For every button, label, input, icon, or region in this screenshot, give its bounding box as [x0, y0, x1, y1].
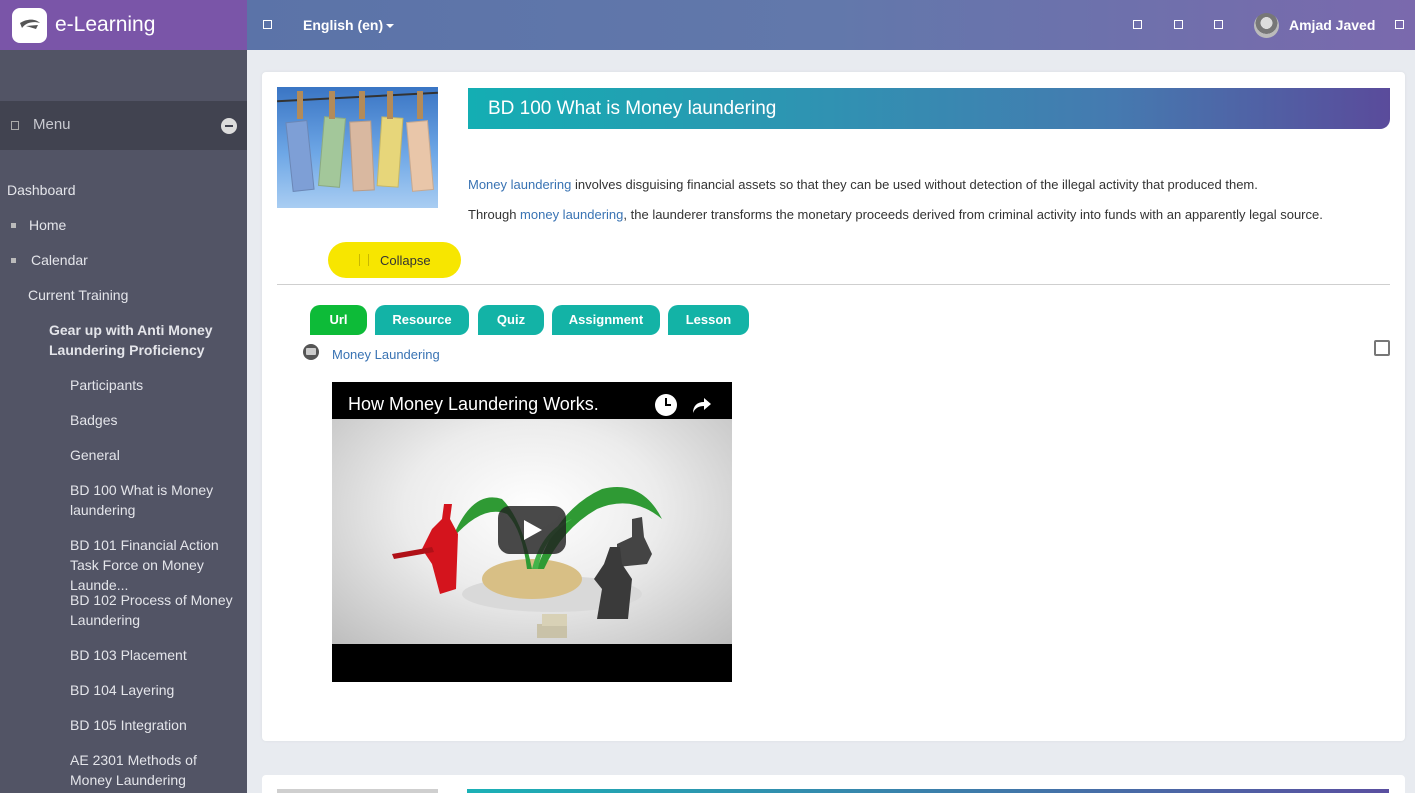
paragraph-text: , the launderer transforms the monetary … [623, 207, 1323, 222]
language-label: English (en) [303, 17, 384, 33]
section-thumbnail [277, 789, 438, 793]
messages-icon[interactable] [1133, 20, 1142, 29]
clothespin [359, 91, 365, 119]
menu-icon [11, 121, 19, 130]
sidebar-toggle-icon[interactable] [263, 20, 272, 29]
sidebar-item-current-training[interactable]: Current Training [28, 285, 128, 305]
tab-lesson[interactable]: Lesson [668, 305, 749, 335]
sidebar-menu-header[interactable]: Menu [0, 101, 247, 150]
money-laundering-link[interactable]: money laundering [520, 207, 623, 222]
sidebar-item-badges[interactable]: Badges [70, 410, 117, 430]
section-title-bar [467, 789, 1389, 793]
clothespin [387, 91, 393, 119]
section-paragraph-2: Through money laundering, the launderer … [468, 207, 1323, 222]
tab-quiz[interactable]: Quiz [478, 305, 544, 335]
section-title: BD 100 What is Money laundering [488, 98, 777, 119]
brand-logo-icon [12, 7, 47, 43]
paragraph-text: Through [468, 207, 521, 222]
sidebar-item-ae2301[interactable]: AE 2301 Methods of Money Laundering [70, 750, 235, 790]
sidebar-item-bd100[interactable]: BD 100 What is Money laundering [70, 480, 235, 520]
share-icon[interactable] [692, 396, 712, 414]
tab-url[interactable]: Url [310, 305, 367, 335]
watch-later-icon[interactable] [655, 394, 677, 416]
avatar[interactable] [1254, 13, 1279, 38]
section-paragraph-1: Money laundering involves disguising fin… [468, 177, 1258, 192]
tasks-icon[interactable] [1214, 20, 1223, 29]
play-icon[interactable] [498, 506, 566, 554]
top-navbar: English (en) Amjad Javed [247, 0, 1415, 50]
brand[interactable]: e-Learning [0, 0, 247, 50]
banknote [317, 116, 347, 188]
user-name[interactable]: Amjad Javed [1289, 17, 1375, 33]
section-card: BD 100 What is Money laundering Money la… [262, 72, 1405, 741]
next-section-card [262, 775, 1405, 793]
section-title-bar: BD 100 What is Money laundering [468, 88, 1390, 129]
sidebar-item-course[interactable]: Gear up with Anti Money Laundering Profi… [49, 320, 239, 360]
paragraph-text: involves disguising financial assets so … [571, 177, 1258, 192]
language-menu[interactable]: English (en) [303, 17, 395, 33]
sidebar-menu-label: Menu [33, 116, 71, 133]
sidebar-item-bd101[interactable]: BD 101 Financial Action Task Force on Mo… [70, 535, 242, 595]
notifications-icon[interactable] [1174, 20, 1183, 29]
clothespin [329, 91, 335, 119]
sidebar-item-dashboard[interactable]: Dashboard [7, 180, 76, 200]
video-title: How Money Laundering Works. [348, 394, 599, 414]
completion-checkbox[interactable] [1374, 340, 1390, 356]
resource-link[interactable]: Money Laundering [332, 347, 440, 362]
sidebar-item-general[interactable]: General [70, 445, 120, 465]
sidebar: Menu Dashboard Home Calendar Current Tra… [0, 50, 247, 793]
clothespin [417, 91, 423, 119]
money-laundering-link[interactable]: Money laundering [468, 177, 571, 192]
banknote [405, 120, 435, 192]
collapse-icon [359, 254, 369, 266]
sidebar-item-calendar[interactable]: Calendar [31, 250, 88, 270]
settings-icon[interactable] [1395, 20, 1404, 29]
chevron-down-icon [386, 24, 395, 29]
sidebar-item-participants[interactable]: Participants [70, 375, 143, 395]
url-icon [303, 344, 319, 360]
clothespin [297, 91, 303, 119]
section-thumbnail [277, 87, 438, 208]
bullet-icon [11, 258, 16, 263]
tab-resource[interactable]: Resource [375, 305, 469, 335]
banknote [285, 120, 315, 192]
sidebar-item-bd105[interactable]: BD 105 Integration [70, 715, 187, 735]
tab-assignment[interactable]: Assignment [552, 305, 660, 335]
video-player[interactable]: How Money Laundering Works. [332, 382, 732, 682]
sidebar-item-bd103[interactable]: BD 103 Placement [70, 645, 187, 665]
bullet-icon [11, 223, 16, 228]
collapse-button[interactable]: Collapse [328, 242, 461, 278]
brand-title: e-Learning [55, 13, 156, 36]
sidebar-item-bd102[interactable]: BD 102 Process of Money Laundering [70, 590, 235, 630]
sidebar-item-home[interactable]: Home [29, 215, 66, 235]
collapse-menu-icon[interactable] [221, 118, 237, 134]
banknote [376, 116, 404, 188]
collapse-label: Collapse [380, 253, 431, 268]
banknote [349, 120, 375, 192]
divider [277, 284, 1390, 285]
sidebar-item-bd104[interactable]: BD 104 Layering [70, 680, 174, 700]
